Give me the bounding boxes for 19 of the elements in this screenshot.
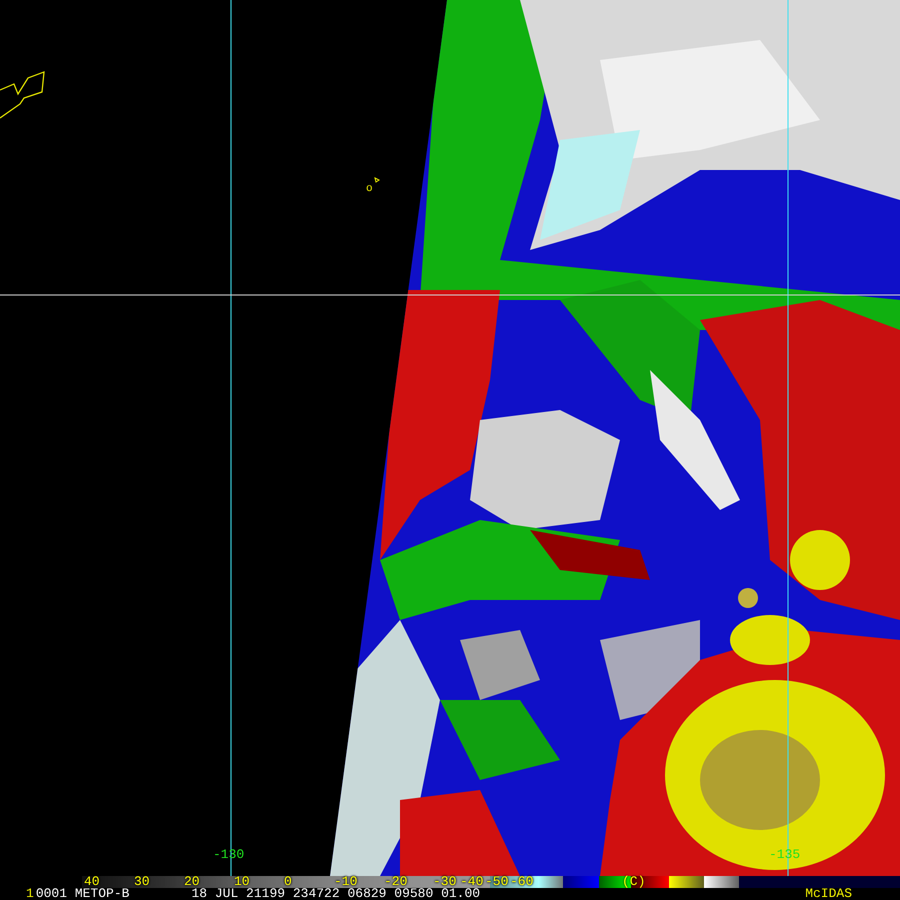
island-label: o [366, 183, 373, 195]
island-drawing [374, 177, 380, 183]
scale-label: 30 [134, 875, 150, 888]
scale-label: -10 [334, 875, 358, 888]
scale-label: 20 [184, 875, 200, 888]
scale-label: -60 [510, 875, 534, 888]
color-scale-segment [669, 876, 704, 888]
brand-label: McIDAS [805, 888, 852, 900]
frame-number: 1 [26, 888, 34, 900]
scale-label: 0 [284, 875, 292, 888]
scale-label: 40 [84, 875, 100, 888]
coastline-drawing [0, 71, 45, 118]
scale-label: -30 [433, 875, 456, 888]
satellite-name: 0001 METOP-B [36, 888, 130, 900]
scale-label: -40 [460, 875, 484, 888]
image-datetime: 18 JUL 21199 234722 06829 09580 01.00 [191, 888, 480, 900]
scale-label: 10 [234, 875, 250, 888]
scale-label: -50 [485, 875, 508, 888]
scale-label: -20 [384, 875, 408, 888]
